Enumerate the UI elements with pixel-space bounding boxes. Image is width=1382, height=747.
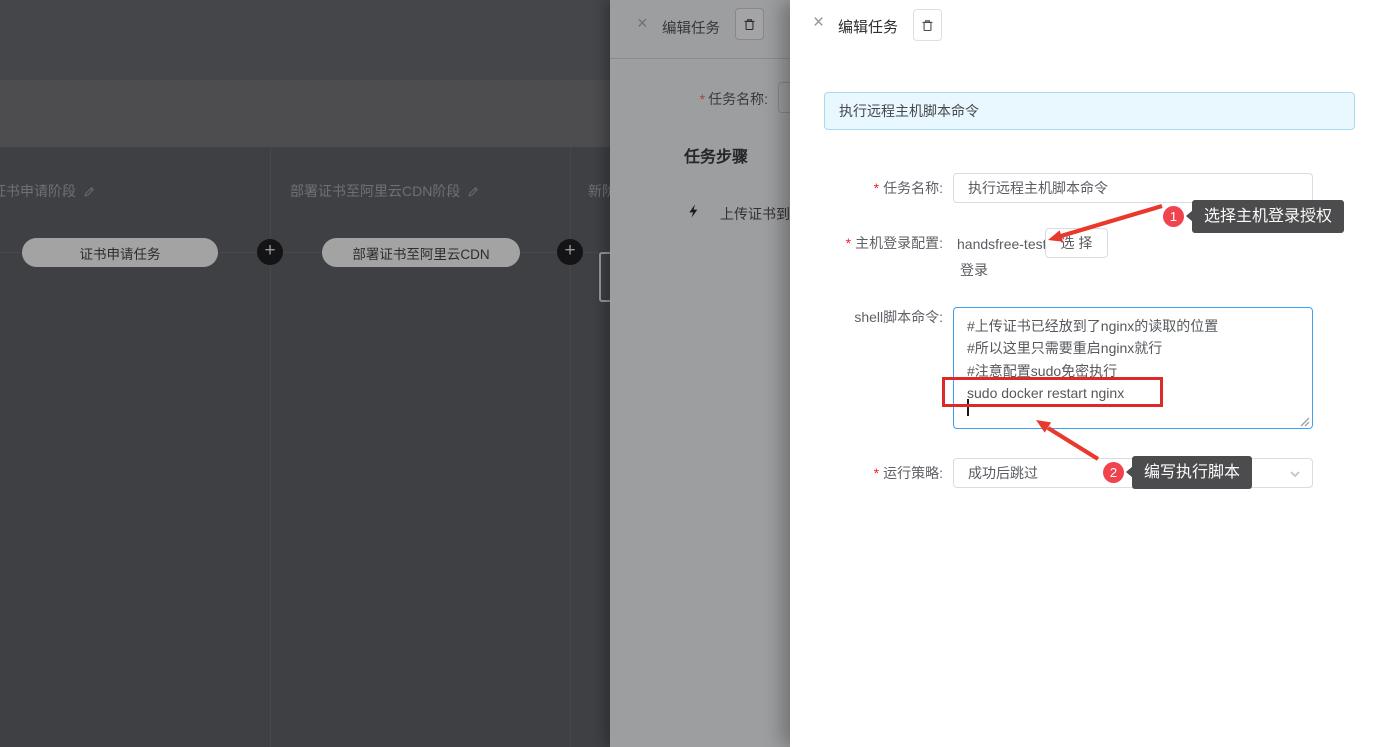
edit-pencil-icon[interactable] xyxy=(83,185,96,198)
stage-title-2: 部署证书至阿里云CDN阶段 xyxy=(290,181,480,201)
task-name-label: *任务名称: xyxy=(790,173,943,203)
chevron-down-icon xyxy=(1288,467,1302,481)
host-config-value-wrap: 登录 xyxy=(960,260,988,280)
task-steps-heading: 任务步骤 xyxy=(684,143,748,167)
run-strategy-label: *运行策略: xyxy=(790,458,943,488)
annotation-badge-2: 2 xyxy=(1103,462,1124,483)
delete-task-button[interactable] xyxy=(735,8,764,40)
task-name-input[interactable]: 上 xyxy=(778,82,790,113)
stage-title-text: 证书申请阶段 xyxy=(0,181,76,201)
task-type-info-alert: 执行远程主机脚本命令 xyxy=(824,92,1355,130)
textarea-resize-handle[interactable] xyxy=(1298,415,1310,427)
add-task-button[interactable]: + xyxy=(557,239,583,265)
delete-task-button[interactable] xyxy=(913,9,942,41)
stage-title-text: 部署证书至阿里云CDN阶段 xyxy=(290,181,460,201)
drawer-title: 编辑任务 xyxy=(662,17,720,38)
host-config-value: handsfree-test xyxy=(957,236,1047,252)
label-text: 主机登录配置: xyxy=(855,235,943,251)
label-text: 任务名称: xyxy=(708,91,768,107)
close-icon[interactable]: × xyxy=(637,13,648,34)
edit-task-drawer: × 编辑任务 执行远程主机脚本命令 *任务名称: 执行远程主机脚本命令 *主机登… xyxy=(790,0,1382,747)
edit-task-drawer-behind: × 编辑任务 *任务名称: 上 任务步骤 上传证书到主 xyxy=(610,0,790,747)
task-pill-deploy-cdn[interactable]: 部署证书至阿里云CDN xyxy=(322,238,520,267)
required-mark: * xyxy=(700,91,705,107)
stage-title-1: 证书申请阶段 xyxy=(0,181,96,201)
host-config-label: *主机登录配置: xyxy=(790,228,943,258)
task-step-item[interactable]: 上传证书到主 xyxy=(720,204,790,224)
trash-icon xyxy=(920,18,935,33)
choose-host-button[interactable]: 选 择 xyxy=(1045,228,1108,258)
shell-script-label: shell脚本命令: xyxy=(790,302,943,332)
label-text: 任务名称: xyxy=(883,180,943,196)
screen: 证书申请阶段 部署证书至阿里云CDN阶段 新阶段 证书申请任务 部署证书至阿里云… xyxy=(0,0,1382,747)
shell-script-textarea[interactable]: #上传证书已经放到了nginx的读取的位置 #所以这里只需要重启nginx就行 … xyxy=(953,307,1313,429)
close-icon[interactable]: × xyxy=(813,12,824,34)
annotation-badge-1: 1 xyxy=(1163,206,1184,227)
drawer-title: 编辑任务 xyxy=(838,16,898,37)
add-task-button[interactable]: + xyxy=(257,239,283,265)
required-mark: * xyxy=(874,465,879,481)
stage-divider xyxy=(270,147,271,747)
trash-icon xyxy=(742,17,757,32)
annotation-tooltip-1: 选择主机登录授权 xyxy=(1192,200,1344,233)
label-text: shell脚本命令: xyxy=(854,309,943,325)
lightning-icon xyxy=(686,202,702,220)
task-pill-cert-apply[interactable]: 证书申请任务 xyxy=(22,238,218,267)
required-mark: * xyxy=(874,180,879,196)
edit-pencil-icon[interactable] xyxy=(467,185,480,198)
task-name-input[interactable]: 执行远程主机脚本命令 xyxy=(953,173,1313,203)
drawer-header: × 编辑任务 xyxy=(610,0,790,59)
task-name-label: *任务名称: xyxy=(610,89,768,109)
annotation-tooltip-2: 编写执行脚本 xyxy=(1132,456,1252,489)
select-value: 成功后跳过 xyxy=(968,465,1038,481)
required-mark: * xyxy=(846,235,851,251)
label-text: 运行策略: xyxy=(883,465,943,481)
stage-divider xyxy=(570,147,571,747)
highlight-box-sudo-command xyxy=(942,377,1163,407)
